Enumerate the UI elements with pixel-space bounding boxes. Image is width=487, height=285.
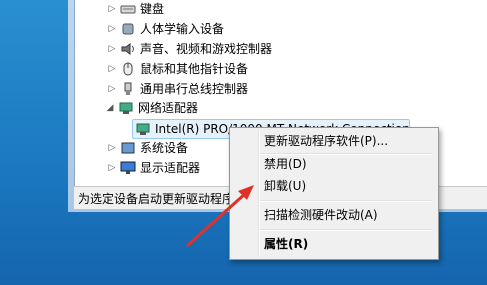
collapse-icon[interactable]: ◢ — [104, 99, 116, 117]
expand-icon[interactable]: ▷ — [106, 0, 118, 18]
device-manager-window: ▷ 键盘 ▷ 人体学输入设备 ▷ 声音、视频和游戏控制器 ▷ 鼠标和其他指针设备… — [0, 0, 487, 285]
menu-item-properties[interactable]: 属性(R) — [264, 234, 308, 254]
menu-item-disable[interactable]: 禁用(D) — [264, 154, 307, 174]
tree-item-label: 系统设备 — [140, 141, 189, 155]
expand-icon[interactable]: ▷ — [106, 60, 118, 78]
speaker-icon — [120, 42, 136, 56]
tree-item-usb[interactable]: ▷ 通用串行总线控制器 — [106, 80, 248, 98]
network-adapter-icon — [135, 122, 151, 136]
context-menu: 更新驱动程序软件(P)... 禁用(D) 卸载(U) 扫描检测硬件改动(A) 属… — [229, 127, 439, 260]
tree-item-hid[interactable]: ▷ 人体学输入设备 — [106, 20, 224, 38]
tree-item-label: 键盘 — [140, 2, 165, 16]
expand-icon[interactable]: ▷ — [106, 20, 118, 38]
tree-item-mouse[interactable]: ▷ 鼠标和其他指针设备 — [106, 60, 248, 78]
menu-item-update-driver[interactable]: 更新驱动程序软件(P)... — [264, 131, 388, 151]
tree-item-keyboard[interactable]: ▷ 键盘 — [106, 0, 164, 18]
tree-item-label: 鼠标和其他指针设备 — [140, 62, 249, 76]
menu-separator — [260, 229, 432, 231]
menu-item-uninstall[interactable]: 卸载(U) — [264, 176, 306, 196]
tree-item-label: 声音、视频和游戏控制器 — [140, 42, 273, 56]
expand-icon[interactable]: ▷ — [106, 80, 118, 98]
tree-item-system[interactable]: ▷ 系统设备 — [106, 139, 188, 157]
tree-item-label: 显示适配器 — [140, 161, 201, 175]
menu-item-scan-hardware[interactable]: 扫描检测硬件改动(A) — [264, 205, 378, 225]
expand-icon[interactable]: ▷ — [106, 139, 118, 157]
expand-icon[interactable]: ▷ — [106, 159, 118, 177]
tree-item-label: 网络适配器 — [138, 101, 199, 115]
expand-icon[interactable]: ▷ — [106, 40, 118, 58]
tree-item-network[interactable]: ◢ 网络适配器 — [104, 99, 198, 117]
keyboard-icon — [120, 2, 136, 16]
tree-item-sound[interactable]: ▷ 声音、视频和游戏控制器 — [106, 40, 272, 58]
mouse-icon — [120, 62, 136, 76]
display-adapter-icon — [120, 161, 136, 175]
tree-item-display[interactable]: ▷ 显示适配器 — [106, 159, 200, 177]
tree-item-label: 人体学输入设备 — [140, 22, 225, 36]
hid-icon — [120, 22, 136, 36]
usb-icon — [120, 82, 136, 96]
tree-item-label: 通用串行总线控制器 — [140, 82, 249, 96]
system-device-icon — [120, 141, 136, 155]
status-text: 为选定设备启动更新驱动程序 — [78, 192, 235, 206]
menu-gutter — [258, 130, 260, 257]
menu-separator — [260, 200, 432, 202]
network-adapter-icon — [118, 101, 134, 115]
